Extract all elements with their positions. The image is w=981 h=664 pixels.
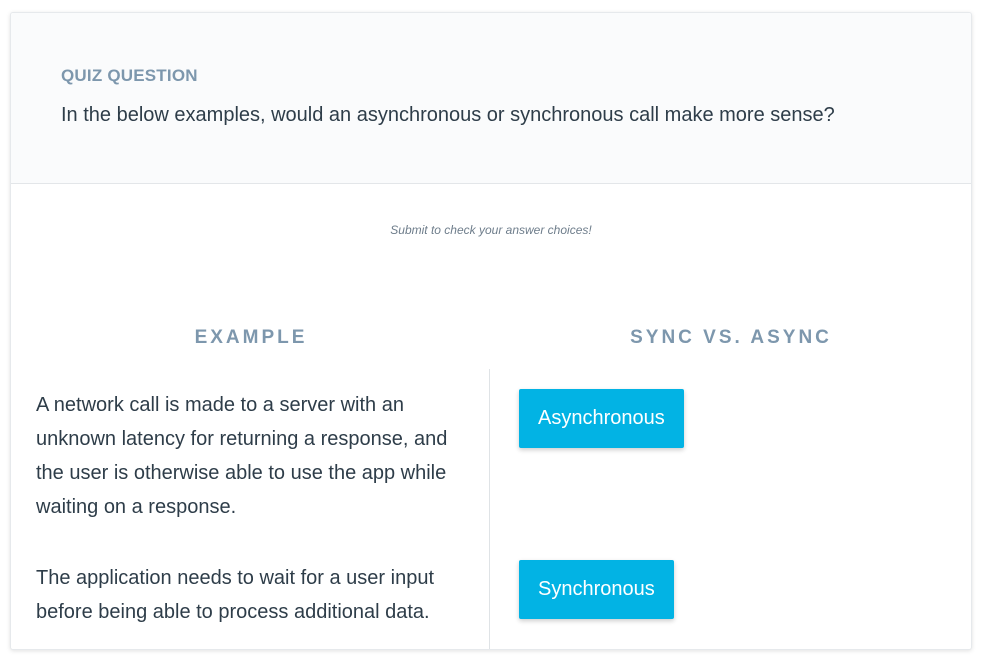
- quiz-question-text: In the below examples, would an asynchro…: [61, 104, 835, 126]
- answer-asynchronous-button[interactable]: Asynchronous: [519, 389, 684, 448]
- answer-synchronous-button[interactable]: Synchronous: [519, 560, 674, 619]
- example-column-header: EXAMPLE: [194, 327, 308, 348]
- quiz-label: QUIZ QUESTION: [61, 66, 198, 85]
- quiz-header: QUIZ QUESTION In the below examples, wou…: [11, 13, 971, 184]
- submit-hint: Submit to check your answer choices!: [390, 223, 592, 237]
- column-divider: [489, 369, 490, 649]
- example-text: The application needs to wait for a user…: [36, 567, 435, 623]
- quiz-card: QUIZ QUESTION In the below examples, wou…: [10, 12, 972, 650]
- answer-column-header: SYNC VS. ASYNC: [630, 327, 832, 348]
- example-text: A network call is made to a server with …: [36, 394, 448, 518]
